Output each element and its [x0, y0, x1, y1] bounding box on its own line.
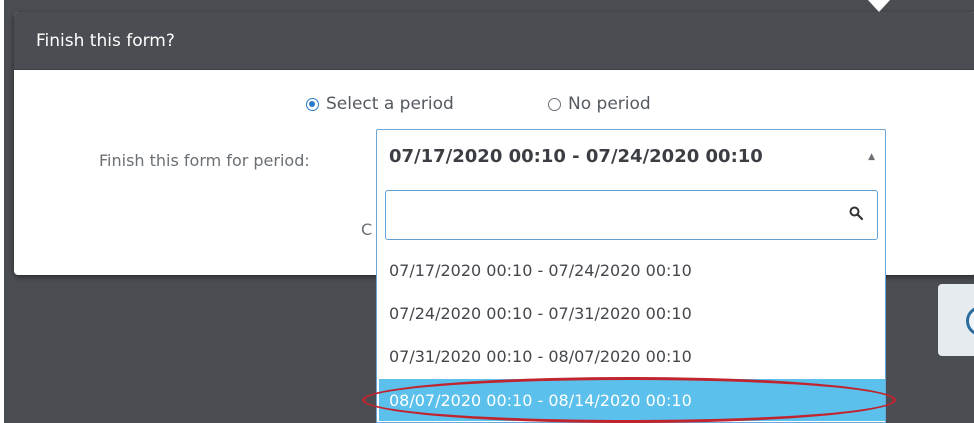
period-select-value: 07/17/2020 00:10 - 07/24/2020 00:10: [389, 146, 763, 167]
radio-no-period-label: No period: [568, 94, 651, 114]
period-field-label: Finish this form for period:: [99, 151, 310, 170]
dialog-title: Finish this form?: [36, 30, 175, 51]
radio-select-period[interactable]: Select a period: [306, 94, 454, 114]
dropdown-option[interactable]: 07/24/2020 00:10 - 07/31/2020 00:10: [379, 292, 885, 334]
search-icon: [849, 206, 863, 220]
radio-no-period[interactable]: No period: [548, 94, 651, 114]
radio-unchecked-icon[interactable]: [548, 97, 561, 111]
radio-select-period-label: Select a period: [326, 94, 454, 114]
partially-hidden-button-text: C: [361, 220, 373, 239]
dropdown-option[interactable]: 07/31/2020 00:10 - 08/07/2020 00:10: [379, 335, 885, 377]
period-select[interactable]: 07/17/2020 00:10 - 07/24/2020 00:10 ▲: [376, 129, 886, 183]
screen: Finish this form? Select a period No per…: [0, 0, 974, 423]
radio-checked-icon[interactable]: [306, 97, 319, 111]
caret-up-icon: ▲: [868, 152, 875, 162]
period-radio-group: Select a period No period: [14, 94, 974, 118]
dropdown-search-box[interactable]: [385, 190, 878, 240]
dropdown-option[interactable]: 07/17/2020 00:10 - 07/24/2020 00:10: [379, 249, 885, 291]
dropdown-search-input[interactable]: [392, 199, 836, 231]
dialog-header: Finish this form?: [14, 12, 974, 70]
red-highlight-ellipse: [362, 377, 896, 423]
